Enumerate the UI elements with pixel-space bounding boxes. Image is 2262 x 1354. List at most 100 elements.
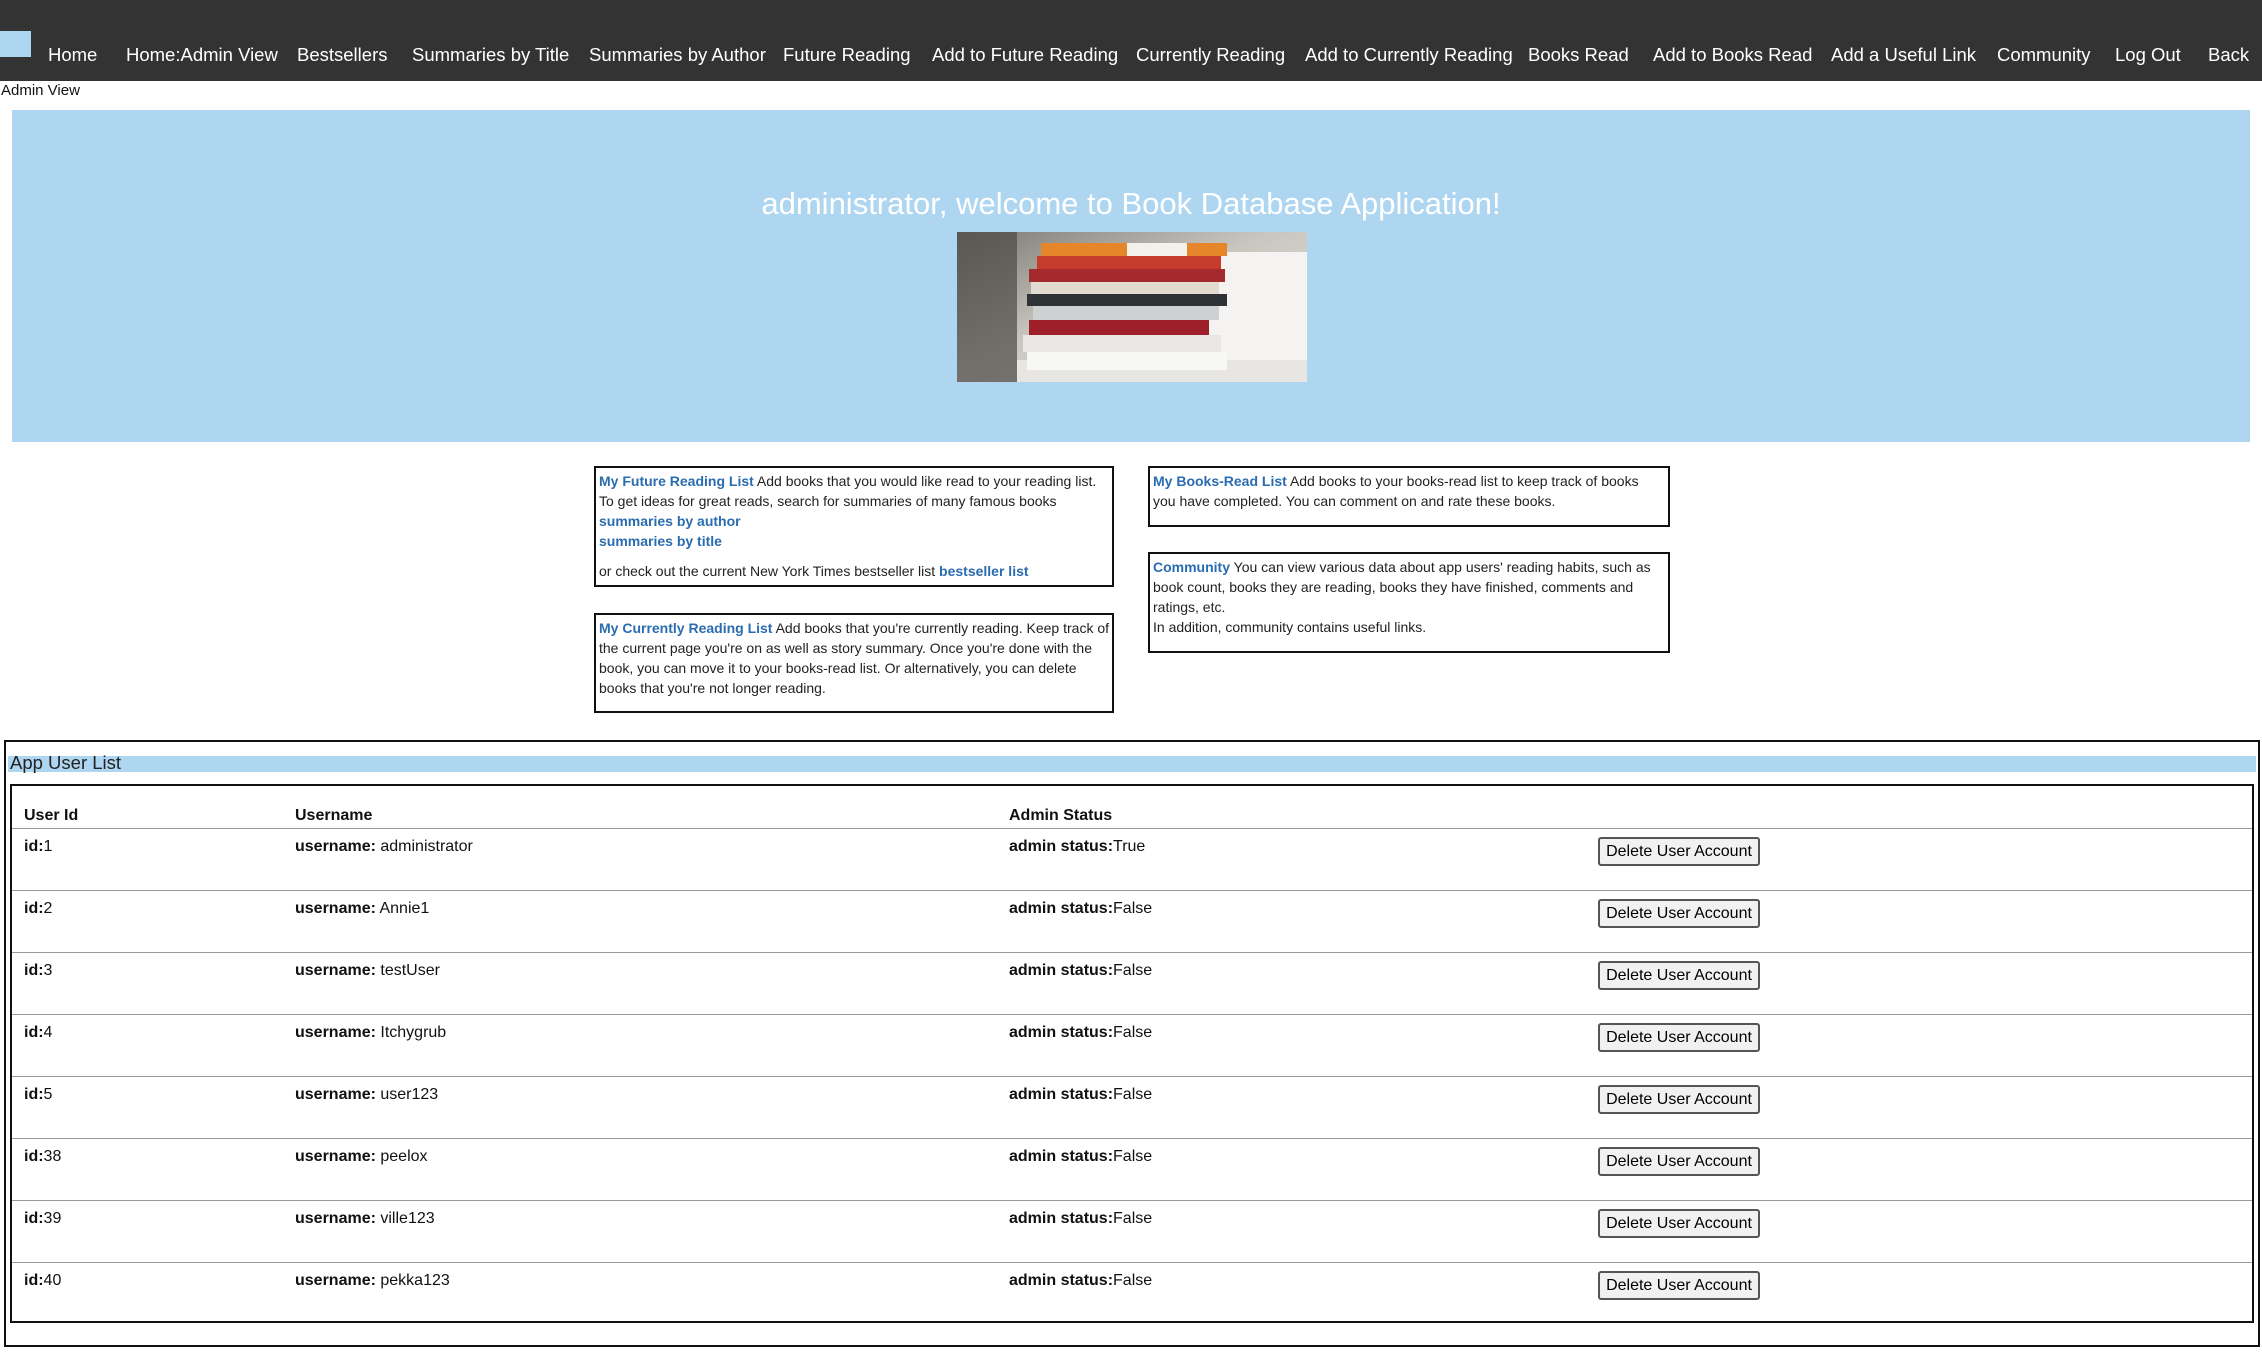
cell-admin-status: admin status:False <box>1009 1271 1152 1291</box>
id-label: id: <box>24 1086 44 1103</box>
id-label: id: <box>24 962 44 979</box>
delete-user-account-button[interactable]: Delete User Account <box>1598 961 1760 990</box>
cell-username: username: ville123 <box>295 1209 435 1229</box>
card-books-read: My Books-Read List Add books to your boo… <box>1148 466 1670 527</box>
card-future-nyt-text: or check out the current New York Times … <box>599 563 936 579</box>
card-community: Community You can view various data abou… <box>1148 552 1670 653</box>
link-bestseller-list[interactable]: bestseller list <box>939 563 1029 579</box>
link-my-future-reading-list[interactable]: My Future Reading List <box>599 473 754 489</box>
delete-user-account-button[interactable]: Delete User Account <box>1598 1271 1760 1300</box>
card-community-text2: In addition, community contains useful l… <box>1153 619 1427 635</box>
nav-item-add-to-future-reading[interactable]: Add to Future Reading <box>932 43 1118 67</box>
nav-item-summaries-by-title[interactable]: Summaries by Title <box>412 43 569 67</box>
link-summaries-by-title[interactable]: summaries by title <box>599 533 722 549</box>
link-summaries-by-author[interactable]: summaries by author <box>599 513 741 529</box>
section-header-bar <box>8 756 2256 772</box>
nav-item-add-to-currently-reading[interactable]: Add to Currently Reading <box>1305 43 1513 67</box>
admin-status-value: False <box>1113 900 1153 917</box>
delete-user-account-button[interactable]: Delete User Account <box>1598 837 1760 866</box>
nav-item-future-reading[interactable]: Future Reading <box>783 43 911 67</box>
admin-status-label: admin status: <box>1009 1210 1114 1227</box>
admin-status-value: False <box>1113 1148 1153 1165</box>
user-id-value: 4 <box>43 1024 53 1041</box>
admin-status-value: False <box>1113 1210 1153 1227</box>
nav-item-home[interactable]: Home <box>48 43 97 67</box>
username-label: username: <box>295 1272 376 1289</box>
admin-status-label: admin status: <box>1009 838 1114 855</box>
link-community[interactable]: Community <box>1153 559 1230 575</box>
table-row: id:5 username: user123 admin status:False D… <box>12 1076 2252 1138</box>
username-value: ville123 <box>380 1210 435 1227</box>
admin-status-label: admin status: <box>1009 962 1114 979</box>
nav-item-home-admin-view[interactable]: Home:Admin View <box>126 43 278 67</box>
table-row: id:3 username: testUser admin status:False… <box>12 952 2252 1014</box>
nav-item-bestsellers[interactable]: Bestsellers <box>297 43 387 67</box>
cell-admin-status: admin status:False <box>1009 899 1152 919</box>
link-my-books-read-list[interactable]: My Books-Read List <box>1153 473 1287 489</box>
admin-status-value: False <box>1113 962 1153 979</box>
username-value: user123 <box>380 1086 439 1103</box>
admin-status-label: admin status: <box>1009 1086 1114 1103</box>
username-label: username: <box>295 962 376 979</box>
nav-item-add-useful-link[interactable]: Add a Useful Link <box>1831 43 1976 67</box>
section-title: App User List <box>10 752 122 773</box>
nav-item-back[interactable]: Back <box>2208 43 2249 67</box>
id-label: id: <box>24 1210 44 1227</box>
cell-username: username: Itchygrub <box>295 1023 446 1043</box>
cell-user-id: id:2 <box>24 899 52 919</box>
cell-user-id: id:39 <box>24 1209 61 1229</box>
delete-user-account-button[interactable]: Delete User Account <box>1598 899 1760 928</box>
cell-username: username: user123 <box>295 1085 438 1105</box>
book-stack-illustration <box>957 232 1307 382</box>
table-row: id:39 username: ville123 admin status:Fals… <box>12 1200 2252 1262</box>
username-label: username: <box>295 1086 376 1103</box>
delete-user-account-button[interactable]: Delete User Account <box>1598 1147 1760 1176</box>
cell-admin-status: admin status:True <box>1009 837 1145 857</box>
cell-admin-status: admin status:False <box>1009 1085 1152 1105</box>
user-id-value: 40 <box>43 1272 62 1289</box>
id-label: id: <box>24 1148 44 1165</box>
id-label: id: <box>24 1024 44 1041</box>
table-row: id:4 username: Itchygrub admin status:Fals… <box>12 1014 2252 1076</box>
admin-status-value: False <box>1113 1024 1153 1041</box>
username-value: administrator <box>380 838 473 855</box>
nav-item-currently-reading[interactable]: Currently Reading <box>1136 43 1285 67</box>
header-user-id: User Id <box>24 807 79 824</box>
nav-item-books-read[interactable]: Books Read <box>1528 43 1629 67</box>
admin-status-label: admin status: <box>1009 1024 1114 1041</box>
cell-username: username: administrator <box>295 837 473 857</box>
cell-admin-status: admin status:False <box>1009 1147 1152 1167</box>
nav-item-summaries-by-author[interactable]: Summaries by Author <box>589 43 766 67</box>
id-label: id: <box>24 838 44 855</box>
cell-username: username: peelox <box>295 1147 428 1167</box>
admin-status-value: False <box>1113 1272 1153 1289</box>
delete-user-account-button[interactable]: Delete User Account <box>1598 1209 1760 1238</box>
delete-user-account-button[interactable]: Delete User Account <box>1598 1023 1760 1052</box>
delete-user-account-button[interactable]: Delete User Account <box>1598 1085 1760 1114</box>
user-id-value: 5 <box>43 1086 53 1103</box>
cell-username: username: pekka123 <box>295 1271 450 1291</box>
nav-item-log-out[interactable]: Log Out <box>2115 43 2181 67</box>
admin-status-label: admin status: <box>1009 1272 1114 1289</box>
nav-logo-block[interactable] <box>0 31 31 57</box>
username-label: username: <box>295 900 376 917</box>
user-table: User Id Username Admin Status id:1 userna… <box>10 784 2254 1323</box>
table-row: id:1 username: administrator admin status:… <box>12 828 2252 890</box>
cell-admin-status: admin status:False <box>1009 1209 1152 1229</box>
welcome-heading: administrator, welcome to Book Database … <box>761 186 1501 221</box>
cell-username: username: Annie1 <box>295 899 429 919</box>
user-id-value: 1 <box>43 838 53 855</box>
cell-user-id: id:3 <box>24 961 52 981</box>
top-navigation-bar: Home Home:Admin View Bestsellers Summari… <box>0 0 2262 81</box>
cell-admin-status: admin status:False <box>1009 961 1152 981</box>
username-value: pekka123 <box>380 1272 450 1289</box>
username-value: Annie1 <box>379 900 430 917</box>
welcome-banner: administrator, welcome to Book Database … <box>12 110 2250 442</box>
book-stack-image <box>957 232 1307 382</box>
admin-status-value: False <box>1113 1086 1153 1103</box>
link-my-currently-reading-list[interactable]: My Currently Reading List <box>599 620 772 636</box>
nav-item-community[interactable]: Community <box>1997 43 2091 67</box>
id-label: id: <box>24 900 44 917</box>
id-label: id: <box>24 1272 44 1289</box>
nav-item-add-to-books-read[interactable]: Add to Books Read <box>1653 43 1812 67</box>
